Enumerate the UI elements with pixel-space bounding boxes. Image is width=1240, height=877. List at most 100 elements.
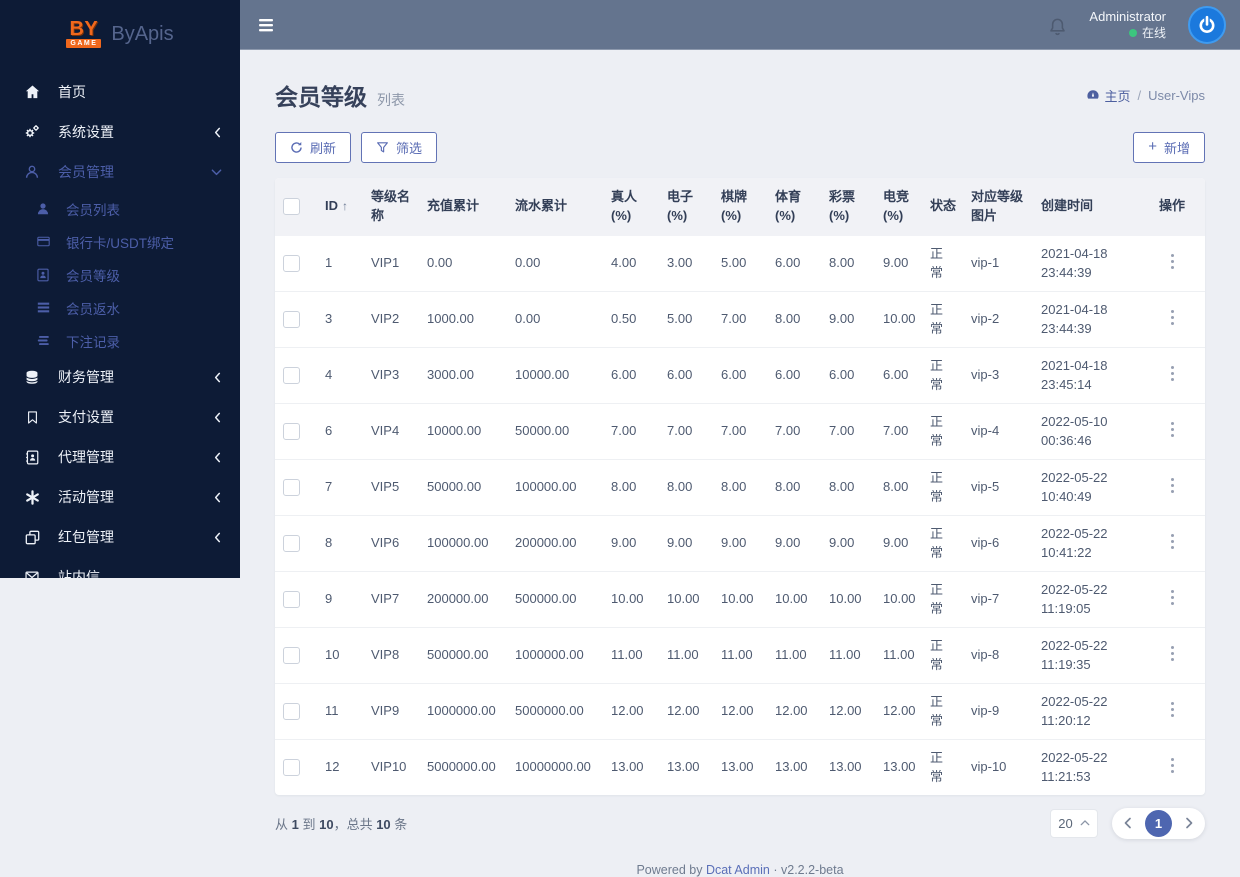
- brand[interactable]: BY GAME ByApis: [0, 0, 240, 62]
- cell-value: 10000000.00: [515, 759, 591, 775]
- column-header: 真人 (%): [603, 178, 659, 236]
- breadcrumb-separator: /: [1137, 87, 1142, 103]
- select-all-checkbox[interactable]: [283, 198, 300, 216]
- table-header-row: ID ↑ 等级名称充值累计 流水累计 真人 (%) 电子 (%) 棋牌 (%) 体育 (%) 彩票 (%)…: [275, 178, 1205, 236]
- column-header[interactable]: ID ↑: [317, 178, 363, 236]
- refresh-icon: [290, 141, 303, 154]
- filter-button[interactable]: 筛选: [361, 132, 438, 163]
- cell-value: 1: [325, 255, 333, 271]
- row-checkbox[interactable]: [283, 478, 300, 496]
- sidebar-subitem-2-4[interactable]: 下注记录: [0, 324, 240, 357]
- cell-value: 7.00: [883, 423, 909, 439]
- sidebar-item-3[interactable]: 财务管理: [0, 357, 240, 397]
- cell-value: vip-4: [971, 423, 1000, 439]
- page-subtitle: 列表: [377, 92, 405, 108]
- row-checkbox[interactable]: [283, 758, 300, 776]
- chevron-down-icon: [211, 168, 222, 177]
- plus-icon: +: [1148, 138, 1157, 155]
- row-actions-kebab-icon[interactable]: [1164, 363, 1181, 384]
- page-size-select[interactable]: 20: [1050, 808, 1098, 838]
- cell-value: 7.00: [721, 423, 747, 439]
- row-actions-kebab-icon[interactable]: [1164, 699, 1181, 720]
- column-header: 流水累计: [507, 178, 603, 236]
- sidebar-item-1[interactable]: 系统设置: [0, 112, 240, 152]
- hamburger-icon[interactable]: [258, 17, 276, 33]
- sidebar-item-7[interactable]: 红包管理: [0, 517, 240, 557]
- row-actions-kebab-icon[interactable]: [1164, 307, 1181, 328]
- sidebar-item-label: 代理管理: [58, 449, 114, 465]
- database-icon: [22, 370, 42, 385]
- sidebar-item-0[interactable]: 首页: [0, 72, 240, 112]
- cell-value: vip-2: [971, 311, 1000, 327]
- row-checkbox[interactable]: [283, 534, 300, 552]
- cell-value: 7: [325, 479, 333, 495]
- sidebar-item-2[interactable]: 会员管理: [0, 152, 240, 192]
- row-checkbox[interactable]: [283, 590, 300, 608]
- table-row: 8 VIP6 100000.00 200000.00 9.00 9.00 9.00 9.00 9…: [275, 514, 1205, 572]
- cell-value: 6.00: [721, 367, 747, 383]
- row-checkbox[interactable]: [283, 702, 300, 720]
- cell-value: 7.00: [829, 423, 855, 439]
- row-actions-kebab-icon[interactable]: [1164, 643, 1181, 664]
- sidebar-item-8[interactable]: 站内信: [0, 557, 240, 578]
- cell-value: 3000.00: [427, 367, 474, 383]
- page-number-button[interactable]: 1: [1145, 809, 1172, 837]
- sidebar-subitem-2-1[interactable]: 银行卡/USDT绑定: [0, 225, 240, 258]
- avatar[interactable]: [1188, 5, 1226, 44]
- cell-value: vip-7: [971, 591, 1000, 607]
- status-value: 正常: [930, 693, 944, 729]
- sidebar-item-6[interactable]: 活动管理: [0, 477, 240, 517]
- row-checkbox[interactable]: [283, 422, 300, 440]
- topbar: Administrator 在线: [240, 0, 1240, 50]
- cell-value: 100000.00: [515, 479, 577, 495]
- cell-value: 50000.00: [427, 479, 482, 495]
- cell-value: 7.00: [775, 423, 801, 439]
- admin-screen: BY GAME ByApis 首页 系统设置 会员管理 会员列表银行卡/USDT绑定会…: [0, 0, 1240, 877]
- sidebar-subitem-2-3[interactable]: 会员返水: [0, 291, 240, 324]
- cell-value: 12.00: [775, 703, 808, 719]
- row-checkbox[interactable]: [283, 254, 300, 272]
- powered-by: Powered by Dcat Admin · v2.2.2-beta: [275, 863, 1205, 877]
- user-menu[interactable]: Administrator 在线: [1089, 8, 1166, 42]
- bell-icon[interactable]: [1048, 17, 1067, 37]
- refresh-button[interactable]: 刷新: [275, 132, 352, 163]
- powered-version: v2.2.2-beta: [781, 862, 844, 877]
- column-header: 操作: [1139, 178, 1205, 236]
- sidebar-subitem-2-2[interactable]: 会员等级: [0, 258, 240, 291]
- row-actions-kebab-icon[interactable]: [1164, 251, 1181, 272]
- home-icon: [22, 84, 42, 100]
- cell-value: 10: [325, 647, 340, 663]
- sidebar-item-4[interactable]: 支付设置: [0, 397, 240, 437]
- sidebar-item-5[interactable]: 代理管理: [0, 437, 240, 477]
- next-page-icon[interactable]: [1183, 815, 1196, 831]
- cell-value: 8.00: [883, 479, 909, 495]
- row-checkbox[interactable]: [283, 646, 300, 664]
- row-checkbox[interactable]: [283, 366, 300, 384]
- clone-icon: [22, 530, 42, 545]
- cell-value: 0.00: [427, 255, 453, 271]
- sidebar-subitem-2-0[interactable]: 会员列表: [0, 192, 240, 225]
- cell-value: VIP4: [371, 423, 400, 439]
- cell-value: 6: [325, 423, 333, 439]
- dcat-admin-link[interactable]: Dcat Admin: [706, 863, 770, 877]
- row-actions-kebab-icon[interactable]: [1164, 419, 1181, 440]
- vip-table: ID ↑ 等级名称充值累计 流水累计 真人 (%) 电子 (%) 棋牌 (%) 体育 (%) 彩票 (%)…: [275, 178, 1205, 795]
- row-actions-kebab-icon[interactable]: [1164, 755, 1181, 776]
- sort-asc-icon[interactable]: ↑: [342, 199, 348, 213]
- create-button[interactable]: + 新增: [1133, 132, 1205, 163]
- table-row: 1 VIP1 0.00 0.00 4.00 3.00 5.00 6.00 8.00 9.00 正常 v…: [275, 236, 1205, 292]
- row-checkbox[interactable]: [283, 310, 300, 328]
- breadcrumb-home-link[interactable]: 主页: [1086, 86, 1131, 105]
- row-actions-kebab-icon[interactable]: [1164, 587, 1181, 608]
- cell-value: 6.00: [775, 255, 801, 271]
- cell-value: 11.00: [611, 647, 643, 663]
- cell-value: 200000.00: [515, 535, 577, 551]
- cell-value: 9.00: [829, 535, 855, 551]
- prev-page-icon[interactable]: [1121, 815, 1134, 831]
- sidebar-subitem-label: 银行卡/USDT绑定: [66, 235, 174, 251]
- table-row: 7 VIP5 50000.00 100000.00 8.00 8.00 8.00 8.00 8.…: [275, 458, 1205, 516]
- row-actions-kebab-icon[interactable]: [1164, 475, 1181, 496]
- row-actions-kebab-icon[interactable]: [1164, 531, 1181, 552]
- cell-value: 13.00: [775, 759, 808, 775]
- status-value: 正常: [930, 413, 944, 449]
